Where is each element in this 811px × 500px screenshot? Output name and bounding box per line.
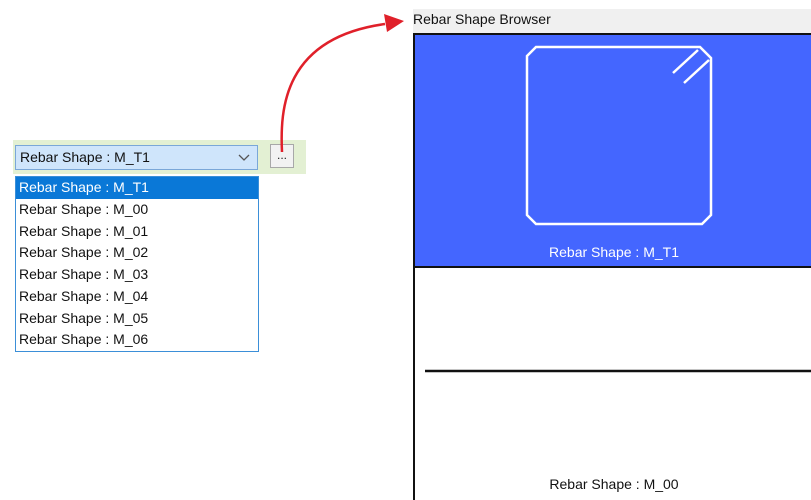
shape-tile-label: Rebar Shape : M_T1: [549, 244, 679, 260]
browser-title: Rebar Shape Browser: [413, 11, 551, 27]
rebar-shape-browser-panel: Rebar Shape : M_T1 Rebar Shape : M_00: [413, 33, 811, 500]
stage: Rebar Shape : M_T1 ... Rebar Shape : M_T…: [0, 0, 811, 500]
shape-tile-label: Rebar Shape : M_00: [549, 476, 679, 492]
stirrup-shape-icon: [525, 45, 713, 226]
shape-tile-m-00[interactable]: Rebar Shape : M_00: [415, 268, 811, 500]
straight-bar-shape-icon: [425, 369, 811, 373]
shape-tile-m-t1[interactable]: Rebar Shape : M_T1: [415, 35, 811, 268]
